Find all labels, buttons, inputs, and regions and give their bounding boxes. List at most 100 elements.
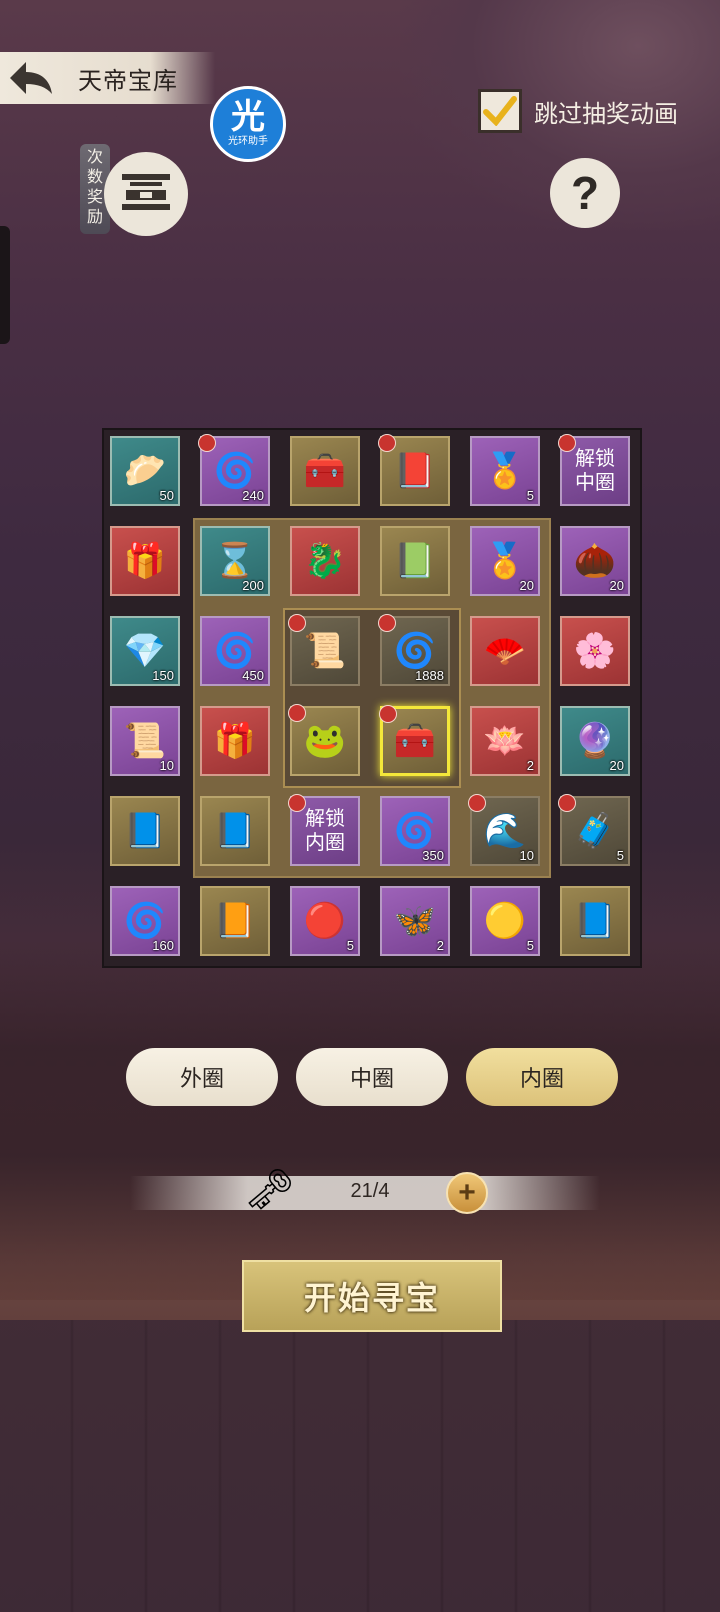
reward-tag-text: 次数奖励	[86, 149, 103, 226]
prize-cell[interactable]: 🥟 50	[110, 436, 180, 506]
prize-cell[interactable]: 🧳 5	[558, 794, 630, 866]
blue-book-icon: 📘	[213, 812, 257, 850]
scroll-map-icon: 📜	[303, 632, 347, 670]
item-quantity: 2	[526, 758, 534, 773]
helper-glyph: 光	[231, 98, 265, 136]
gold-token-icon: 🏅	[483, 542, 527, 580]
helper-badge-button[interactable]: 光 光环助手	[210, 86, 286, 162]
question-icon: ?	[570, 167, 600, 219]
lock-icon	[288, 794, 306, 812]
unlock-ring-cell[interactable]: 解锁 中圈	[558, 434, 630, 506]
prize-cell[interactable]: 🧰	[379, 705, 450, 776]
lock-icon	[379, 705, 397, 723]
prize-cell[interactable]: 🪭	[470, 616, 540, 686]
prize-cell[interactable]: 🏅 5	[470, 436, 540, 506]
prize-cell[interactable]: 🏅 20	[470, 526, 540, 596]
lock-icon	[558, 794, 576, 812]
lotus-icon: 🪷	[483, 722, 527, 760]
prize-cell[interactable]: 🌀 240	[198, 434, 270, 506]
prize-cell[interactable]: 🔴 5	[290, 886, 360, 956]
prize-cell[interactable]: 🌸	[560, 616, 630, 686]
item-quantity: 10	[159, 758, 174, 773]
seeds-icon: 🌰	[573, 542, 617, 580]
prize-cell[interactable]: 🌊 10	[468, 794, 540, 866]
side-drawer-handle[interactable]	[0, 226, 10, 344]
item-quantity: 5	[526, 938, 534, 953]
prize-cell[interactable]: 📘	[560, 886, 630, 956]
prize-cell[interactable]: 🪷 2	[470, 706, 540, 776]
green-book-icon: 📗	[393, 542, 437, 580]
unlock-ring-cell[interactable]: 解锁 内圈	[288, 794, 360, 866]
prize-cell[interactable]: 🎁	[110, 526, 180, 596]
prize-cell[interactable]: 📙	[200, 886, 270, 956]
item-quantity: 5	[616, 848, 624, 863]
butterfly-icon: 🦋	[393, 902, 437, 940]
jade-pendant-icon: 🌀	[213, 632, 257, 670]
red-fan-icon: 🪭	[483, 632, 527, 670]
help-button[interactable]: ?	[550, 158, 620, 228]
floor-background	[0, 1320, 720, 1612]
item-quantity: 10	[519, 848, 534, 863]
tab-middle-ring[interactable]: 中圈	[296, 1048, 448, 1106]
gold-beast-icon: 🐉	[303, 542, 347, 580]
item-quantity: 5	[526, 488, 534, 503]
prize-cell[interactable]: 🌀 450	[200, 616, 270, 686]
unlock-label: 解锁 中圈	[575, 448, 615, 494]
prize-cell[interactable]: ⌛ 200	[200, 526, 270, 596]
red-orb-icon: 🔴	[303, 902, 347, 940]
crystal-ball-icon: 🔮	[573, 722, 617, 760]
start-treasure-hunt-button[interactable]: 开始寻宝	[242, 1260, 502, 1332]
lock-icon	[378, 614, 396, 632]
prize-cell[interactable]: 🔮 20	[560, 706, 630, 776]
prize-cell[interactable]: 📜	[288, 614, 360, 686]
start-button-label: 开始寻宝	[303, 1280, 440, 1316]
lock-icon	[558, 434, 576, 452]
prize-cell[interactable]: 🧰	[290, 436, 360, 506]
tab-outer-ring-label: 外圈	[179, 1066, 224, 1091]
item-quantity: 2	[436, 938, 444, 953]
skip-animation-toggle[interactable]: 跳过抽奖动画	[478, 86, 678, 136]
jade-pendant-icon: 🌀	[393, 632, 437, 670]
temple-background	[0, 940, 720, 1300]
prize-cell[interactable]: 🐉	[290, 526, 360, 596]
prize-cell[interactable]: 📕	[378, 434, 450, 506]
helper-caption: 光环助手	[228, 136, 268, 147]
tab-inner-ring[interactable]: 内圈	[466, 1048, 618, 1106]
back-button[interactable]	[0, 52, 62, 104]
header-bar: 天帝宝库	[0, 52, 215, 104]
skip-animation-checkbox[interactable]	[478, 89, 522, 133]
item-quantity: 20	[609, 578, 624, 593]
prize-cell[interactable]: 🌀 1888	[378, 614, 450, 686]
bamboo-scroll-icon: 📜	[123, 722, 167, 760]
water-swirl-icon: 🌊	[483, 812, 527, 850]
purple-chest-icon: 🎁	[123, 542, 167, 580]
tab-outer-ring[interactable]: 外圈	[126, 1048, 278, 1106]
prize-cell[interactable]: 🎁	[200, 706, 270, 776]
count-reward-button[interactable]	[104, 152, 188, 236]
lock-icon	[288, 704, 306, 722]
prize-cell[interactable]: 📗	[380, 526, 450, 596]
teal-book-icon: 📘	[123, 812, 167, 850]
skip-animation-label: 跳过抽奖动画	[534, 100, 678, 128]
prize-cell[interactable]: 📘	[110, 796, 180, 866]
key-icon: 🗝	[244, 1168, 295, 1212]
prize-cell[interactable]: 🐸	[288, 704, 360, 776]
gold-chest-icon: 🧰	[303, 452, 347, 490]
tab-middle-ring-label: 中圈	[349, 1066, 394, 1091]
item-quantity: 20	[609, 758, 624, 773]
prize-cell[interactable]: 🌀 350	[380, 796, 450, 866]
prize-cell[interactable]: 💎 150	[110, 616, 180, 686]
lock-icon	[198, 434, 216, 452]
lock-icon	[468, 794, 486, 812]
add-keys-button[interactable]: +	[446, 1172, 488, 1214]
gold-chest-icon: 🧰	[393, 722, 437, 760]
unlock-label: 解锁 内圈	[305, 808, 345, 854]
prize-cell[interactable]: 📘	[200, 796, 270, 866]
prize-cell[interactable]: 🦋 2	[380, 886, 450, 956]
prize-cell[interactable]: 🟡 5	[470, 886, 540, 956]
prize-cell[interactable]: 📜 10	[110, 706, 180, 776]
prize-cell[interactable]: 🌰 20	[560, 526, 630, 596]
item-quantity: 50	[159, 488, 174, 503]
prize-cell[interactable]: 🌀 160	[110, 886, 180, 956]
gold-bun-icon: 🥟	[123, 452, 167, 490]
